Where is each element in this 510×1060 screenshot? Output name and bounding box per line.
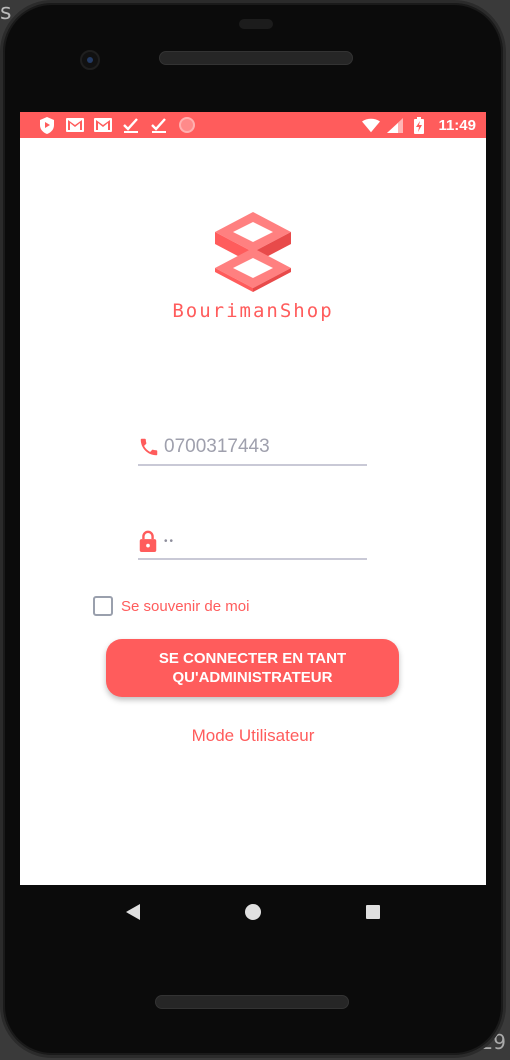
remember-checkbox[interactable] <box>93 596 113 616</box>
brand-name: BourimanShop <box>172 300 334 322</box>
lock-icon <box>138 530 164 552</box>
phone-field[interactable] <box>138 430 367 466</box>
battery-charging-icon <box>410 116 428 134</box>
bottom-speaker <box>155 995 349 1009</box>
gmail-icon <box>94 116 112 134</box>
status-bar: 11:49 <box>20 112 486 138</box>
password-input[interactable] <box>164 535 364 547</box>
brand-logo <box>215 212 291 292</box>
front-camera <box>80 50 100 70</box>
app-screen: 11:49 BourimanShop Se souvenir de moi <box>20 112 486 885</box>
phone-input[interactable] <box>164 436 364 458</box>
remember-me[interactable]: Se souvenir de moi <box>93 596 249 616</box>
signal-icon <box>386 116 404 134</box>
home-icon[interactable] <box>243 902 263 922</box>
back-icon[interactable] <box>123 902 143 922</box>
remember-label: Se souvenir de moi <box>121 597 250 615</box>
sensor-slot <box>239 19 273 29</box>
recents-icon[interactable] <box>363 902 383 922</box>
gmail-icon <box>66 116 84 134</box>
system-icons: 11:49 <box>362 116 476 134</box>
password-field[interactable] <box>138 524 367 560</box>
wifi-icon <box>362 116 381 134</box>
record-icon <box>178 116 196 134</box>
check-icon <box>150 116 168 134</box>
brand-block: BourimanShop <box>20 208 486 322</box>
notification-icons <box>38 116 196 134</box>
phone-icon <box>138 436 164 458</box>
earpiece-speaker <box>159 51 353 65</box>
status-time: 11:49 <box>438 116 476 134</box>
android-nav-bar <box>20 885 486 939</box>
check-icon <box>122 116 140 134</box>
admin-login-button[interactable]: SE CONNECTER EN TANT QU'ADMINISTRATEUR <box>106 639 399 697</box>
user-mode-link[interactable]: Mode Utilisateur <box>20 726 486 746</box>
shield-icon <box>38 116 56 134</box>
